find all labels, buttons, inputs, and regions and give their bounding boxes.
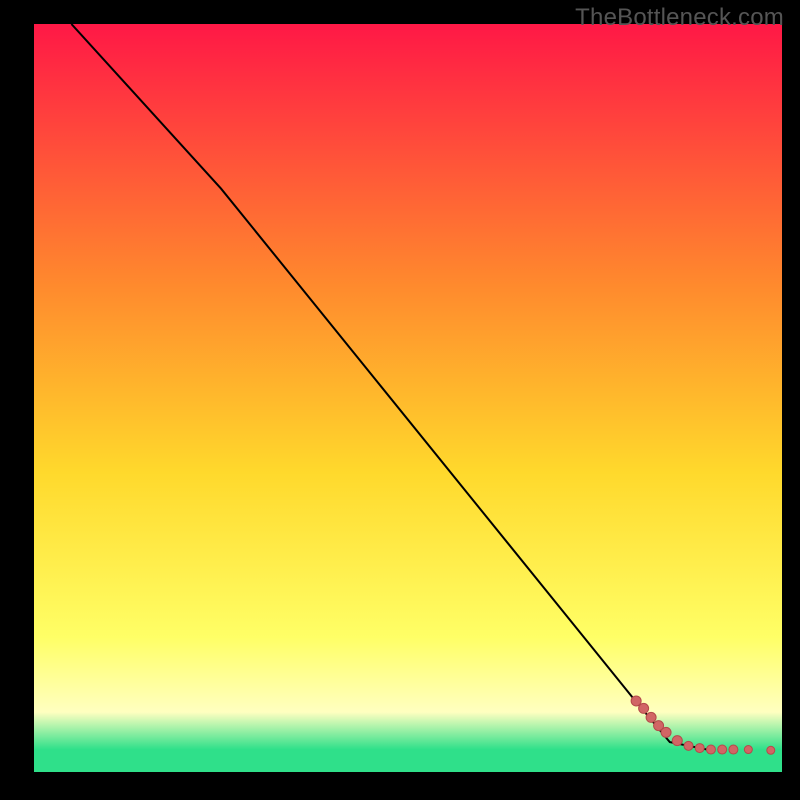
data-dot [661, 727, 671, 737]
data-dot [729, 745, 738, 754]
data-dot [718, 745, 727, 754]
data-dot [672, 736, 682, 746]
data-dot [646, 712, 656, 722]
data-dot [695, 744, 704, 753]
data-dot [744, 746, 752, 754]
gradient-background [34, 24, 782, 772]
chart-frame: TheBottleneck.com [0, 0, 800, 800]
watermark-text: TheBottleneck.com [575, 4, 784, 32]
data-dot [767, 746, 775, 754]
data-dot [684, 741, 693, 750]
plot-area [34, 24, 782, 772]
data-dot [706, 745, 715, 754]
data-dot [639, 703, 649, 713]
chart-svg [34, 24, 782, 772]
data-dot [631, 696, 641, 706]
